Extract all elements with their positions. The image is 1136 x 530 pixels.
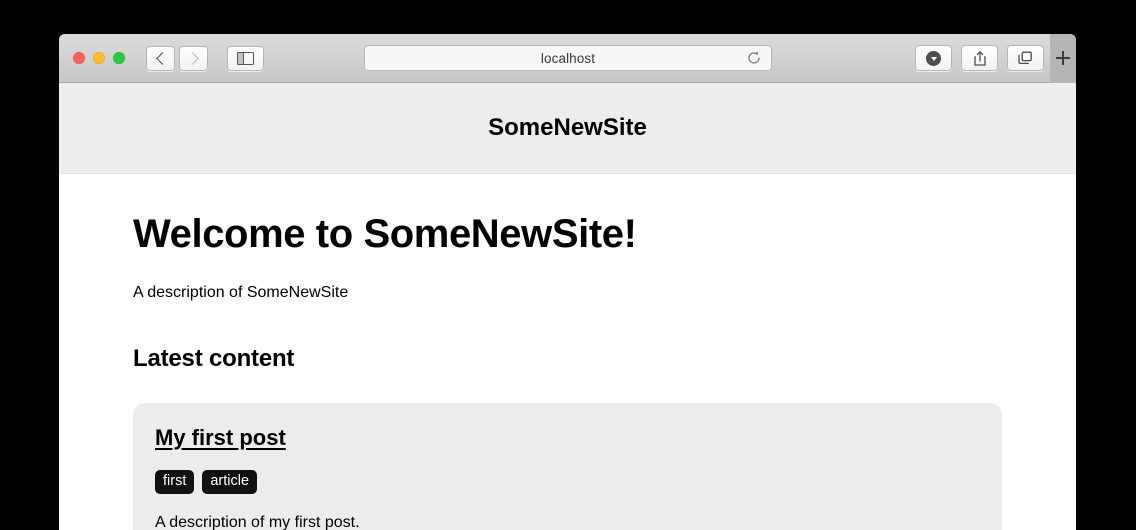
forward-button[interactable] [179,45,208,71]
browser-toolbar: localhost [59,34,1076,96]
maximize-window-button[interactable] [113,52,125,64]
back-button[interactable] [146,45,175,71]
download-icon [926,50,941,66]
tag-badge[interactable]: article [202,470,258,494]
site-header: SomeNewSite [59,83,1076,174]
post-description: A description of my first post. [155,513,360,530]
tag-badge[interactable]: first [155,470,195,494]
browser-window: localhost SomeNewSite Welcome to SomeNew… [59,34,1076,530]
section-heading: Latest content [133,345,295,372]
sidebar-toggle-button[interactable] [227,45,264,71]
tab-overview-button[interactable] [1007,45,1044,71]
share-icon [973,50,986,66]
sidebar-icon [237,51,254,65]
navigation-buttons [146,45,208,71]
post-tags: first article [155,470,980,494]
plus-icon [1056,51,1070,65]
chevron-left-icon [155,51,169,65]
address-bar-text: localhost [540,50,596,66]
close-window-button[interactable] [73,52,85,64]
post-title-link[interactable]: My first post [155,425,286,451]
tabs-icon [1018,51,1032,64]
post-card: My first post first article A descriptio… [133,403,1002,530]
reload-icon[interactable] [746,50,762,66]
page-description: A description of SomeNewSite [133,284,349,301]
window-controls [73,52,125,64]
share-button[interactable] [961,45,998,71]
chevron-right-icon [185,51,199,65]
web-page: SomeNewSite Welcome to SomeNewSite! A de… [59,83,1076,530]
downloads-button[interactable] [915,45,952,71]
minimize-window-button[interactable] [93,52,105,64]
site-title: SomeNewSite [488,114,647,141]
page-content: Welcome to SomeNewSite! A description of… [59,174,1076,530]
toolbar-right-group [915,45,1044,71]
page-heading: Welcome to SomeNewSite! [133,212,637,256]
address-bar[interactable]: localhost [364,45,772,71]
